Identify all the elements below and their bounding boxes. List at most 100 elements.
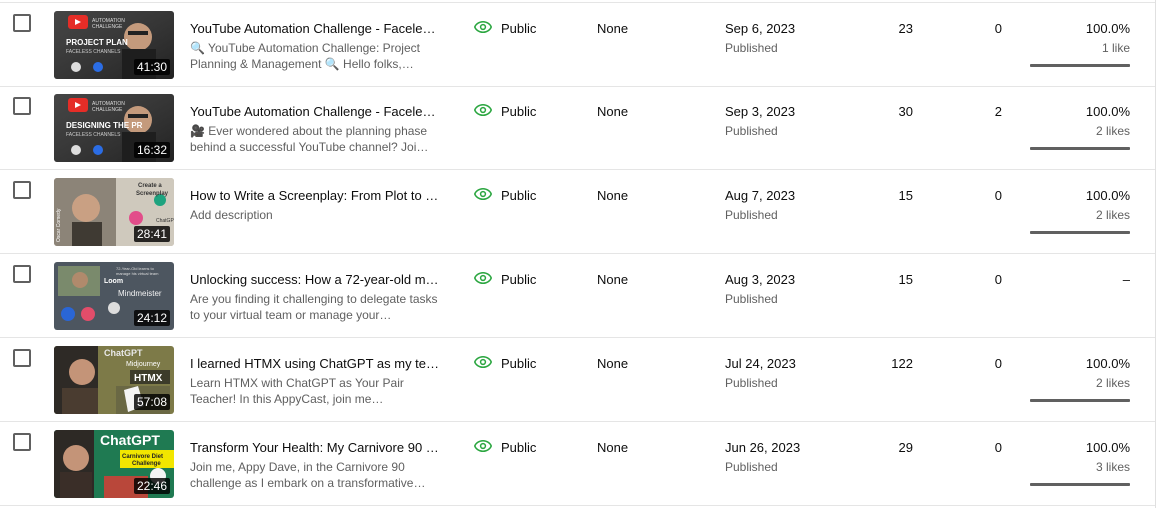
video-title[interactable]: YouTube Automation Challenge - Facele…: [190, 20, 440, 38]
video-thumbnail[interactable]: AUTOMATION CHALLENGE DESIGNING THE PR FACEL…: [54, 94, 174, 162]
likes-percentage: 100.0%: [1085, 104, 1130, 119]
likes-percentage: 100.0%: [1085, 188, 1130, 203]
publish-date: Aug 3, 2023: [725, 272, 796, 287]
video-title[interactable]: YouTube Automation Challenge - Facele…: [190, 103, 440, 121]
restrictions-value: None: [597, 440, 629, 455]
publish-status: Published: [725, 124, 778, 138]
restrictions-value: None: [597, 272, 629, 287]
publish-date: Jun 26, 2023: [725, 440, 801, 455]
publish-status: Published: [725, 460, 778, 474]
video-duration: 41:30: [133, 59, 170, 75]
video-thumbnail[interactable]: ChatGPT Carnivore Diet Challenge 22:46: [54, 430, 174, 498]
restrictions-value: None: [597, 188, 629, 203]
publish-status: Published: [725, 292, 778, 306]
video-thumbnail[interactable]: ChatGPT Midjourney HTMX 57:08: [54, 346, 174, 414]
row-checkbox[interactable]: [13, 433, 31, 451]
svg-text:CHALLENGE: CHALLENGE: [92, 24, 123, 30]
row-checkbox[interactable]: [13, 265, 31, 283]
row-checkbox[interactable]: [13, 349, 31, 367]
likes-ratio-fill: [1030, 483, 1130, 486]
video-thumbnail[interactable]: Create a Screenplay ChatGPT Oscar Comedy 28…: [54, 178, 174, 246]
eye-icon[interactable]: [474, 355, 492, 369]
comments-count: 2: [994, 104, 1002, 119]
comments-count: 0: [994, 356, 1002, 371]
svg-text:FACELESS CHANNELS: FACELESS CHANNELS: [66, 49, 121, 55]
likes-ratio-fill: [1030, 147, 1130, 150]
video-title[interactable]: How to Write a Screenplay: From Plot to …: [190, 187, 440, 205]
svg-text:Carnivore Diet: Carnivore Diet: [122, 454, 163, 460]
visibility-label[interactable]: Public: [501, 103, 536, 121]
svg-text:Oscar Comedy: Oscar Comedy: [56, 208, 62, 242]
publish-date: Jul 24, 2023: [725, 356, 796, 371]
svg-text:CHALLENGE: CHALLENGE: [92, 107, 123, 113]
video-description: Are you finding it challenging to delega…: [190, 292, 438, 322]
likes-percentage: 100.0%: [1085, 356, 1130, 371]
svg-text:ChatGPT: ChatGPT: [104, 348, 143, 358]
comments-count: 0: [994, 188, 1002, 203]
likes-ratio-fill: [1030, 231, 1130, 234]
visibility-label[interactable]: Public: [501, 20, 536, 38]
svg-text:PROJECT PLAN: PROJECT PLAN: [66, 38, 128, 47]
video-description: 🎥 Ever wondered about the planning phase…: [190, 124, 429, 154]
video-title[interactable]: I learned HTMX using ChatGPT as my te…: [190, 355, 440, 373]
publish-status: Published: [725, 376, 778, 390]
row-checkbox[interactable]: [13, 181, 31, 199]
video-title[interactable]: Transform Your Health: My Carnivore 90 …: [190, 439, 440, 457]
comments-count: 0: [994, 440, 1002, 455]
svg-text:manage his virtual team: manage his virtual team: [116, 271, 159, 276]
visibility-label[interactable]: Public: [501, 187, 536, 205]
row-checkbox[interactable]: [13, 14, 31, 32]
video-row: 72-Year-Old learns to manage his virtual …: [0, 254, 1155, 338]
likes-ratio-bar: [1030, 64, 1130, 67]
svg-text:ChatGPT: ChatGPT: [156, 218, 174, 224]
restrictions-value: None: [597, 356, 629, 371]
publish-date: Aug 7, 2023: [725, 188, 796, 203]
visibility-label[interactable]: Public: [501, 271, 536, 289]
restrictions-value: None: [597, 21, 629, 36]
publish-status: Published: [725, 208, 778, 222]
views-count: 122: [891, 356, 913, 371]
views-count: 23: [898, 21, 913, 36]
likes-percentage: 100.0%: [1085, 440, 1130, 455]
video-description: 🔍 YouTube Automation Challenge: Project …: [190, 41, 420, 71]
video-thumbnail[interactable]: AUTOMATION CHALLENGE PROJECT PLAN FACELESS …: [54, 11, 174, 79]
views-count: 30: [898, 104, 913, 119]
video-duration: 28:41: [133, 226, 170, 242]
publish-status: Published: [725, 41, 778, 55]
eye-icon[interactable]: [474, 439, 492, 453]
likes-count: 3 likes: [1095, 460, 1130, 474]
video-thumbnail[interactable]: 72-Year-Old learns to manage his virtual …: [54, 262, 174, 330]
svg-text:Midjourney: Midjourney: [126, 361, 161, 368]
eye-icon[interactable]: [474, 103, 492, 117]
likes-ratio-bar: [1030, 147, 1130, 150]
svg-text:FACELESS CHANNELS: FACELESS CHANNELS: [66, 132, 121, 138]
video-description: Add description: [190, 208, 273, 222]
video-duration: 16:32: [133, 142, 170, 158]
eye-icon[interactable]: [474, 187, 492, 201]
eye-icon[interactable]: [474, 20, 492, 34]
svg-text:Mindmeister: Mindmeister: [118, 289, 162, 298]
svg-text:ChatGPT: ChatGPT: [100, 432, 160, 448]
content-table: AUTOMATION CHALLENGE PROJECT PLAN FACELESS …: [0, 0, 1156, 508]
video-duration: 57:08: [133, 394, 170, 410]
likes-count: 2 likes: [1095, 376, 1130, 390]
likes-ratio-fill: [1030, 399, 1130, 402]
svg-text:Create a: Create a: [138, 183, 162, 189]
visibility-label[interactable]: Public: [501, 439, 536, 457]
video-description: Learn HTMX with ChatGPT as Your Pair Tea…: [190, 376, 404, 406]
svg-text:DESIGNING THE PR: DESIGNING THE PR: [66, 121, 143, 130]
views-count: 29: [898, 440, 913, 455]
eye-icon[interactable]: [474, 271, 492, 285]
likes-ratio-bar: [1030, 231, 1130, 234]
publish-date: Sep 6, 2023: [725, 21, 796, 36]
publish-date: Sep 3, 2023: [725, 104, 796, 119]
visibility-label[interactable]: Public: [501, 355, 536, 373]
video-row: ChatGPT Carnivore Diet Challenge 22:46 Tra…: [0, 422, 1155, 506]
likes-percentage: 100.0%: [1085, 21, 1130, 36]
row-checkbox[interactable]: [13, 97, 31, 115]
likes-ratio-fill: [1030, 64, 1130, 67]
video-title[interactable]: Unlocking success: How a 72-year-old m…: [190, 271, 440, 289]
views-count: 15: [898, 188, 913, 203]
video-description: Join me, Appy Dave, in the Carnivore 90 …: [190, 460, 426, 490]
svg-text:HTMX: HTMX: [134, 373, 163, 384]
